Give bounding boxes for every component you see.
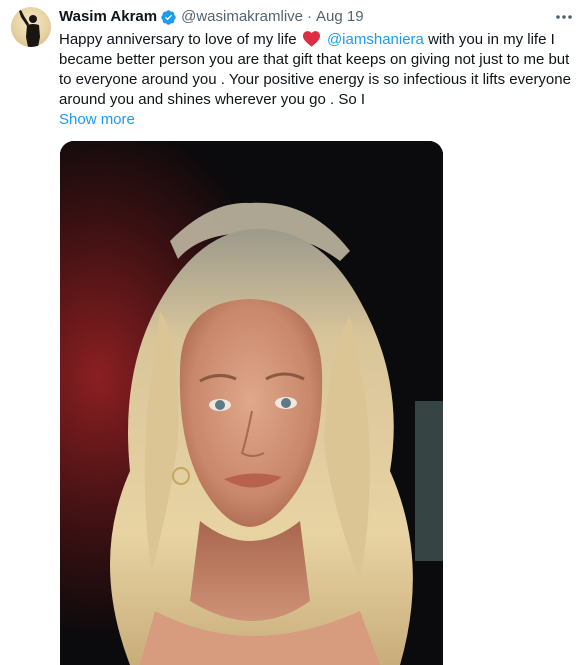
author-handle[interactable]: @wasimakramlive bbox=[181, 7, 303, 27]
tweet-card[interactable]: Wasim Akram @wasimakramlive · Aug 19 Hap… bbox=[0, 0, 588, 665]
tweet-text: Happy anniversary to love of my life @ia… bbox=[59, 30, 574, 110]
tweet-header: Wasim Akram @wasimakramlive · Aug 19 bbox=[59, 7, 364, 27]
show-more-link[interactable]: Show more bbox=[59, 110, 135, 130]
header-separator: · bbox=[307, 8, 313, 25]
portrait-photo-image bbox=[60, 141, 443, 665]
red-heart-icon bbox=[302, 31, 320, 47]
mention-link[interactable]: @iamshaniera bbox=[327, 31, 424, 48]
tweet-text-part1: Happy anniversary to love of my life bbox=[59, 31, 297, 48]
author-avatar[interactable] bbox=[11, 7, 51, 47]
verified-badge-icon[interactable] bbox=[160, 9, 177, 26]
tweet-photo[interactable] bbox=[60, 141, 443, 665]
avatar-figure-icon bbox=[19, 10, 40, 47]
more-options-icon[interactable] bbox=[554, 9, 574, 25]
tweet-date[interactable]: Aug 19 bbox=[316, 7, 364, 27]
author-display-name[interactable]: Wasim Akram bbox=[59, 7, 157, 27]
